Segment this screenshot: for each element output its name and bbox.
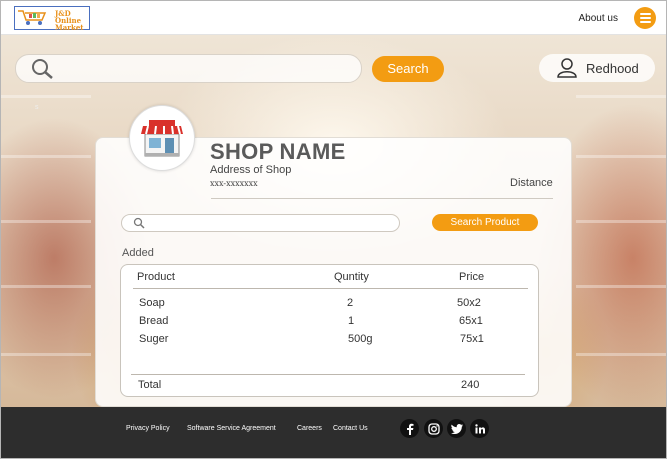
user-icon — [557, 58, 577, 78]
shop-phone: xxx-xxxxxxx — [210, 179, 258, 188]
cell-price: 50x2 — [457, 297, 481, 309]
brand-logo[interactable]: J&D Online Market — [14, 6, 90, 31]
cart-icon — [18, 10, 47, 25]
total-divider — [131, 374, 525, 375]
about-us-link[interactable]: About us — [579, 13, 618, 24]
page-frame: J&D Online Market About us s Search Redh… — [0, 0, 667, 459]
cell-product: Suger — [139, 333, 169, 345]
product-search-input[interactable] — [121, 214, 400, 232]
total-label: Total — [138, 379, 162, 391]
footer-link-software-agreement[interactable]: Software Service Agreement — [187, 425, 276, 432]
search-icon — [133, 217, 145, 229]
brand-name: J&D Online Market — [55, 10, 89, 31]
instagram-icon[interactable] — [424, 419, 443, 438]
cell-quantity: 500g — [348, 333, 373, 345]
column-header-quantity: Quntity — [334, 271, 369, 283]
header-divider — [133, 288, 528, 289]
divider — [211, 198, 553, 199]
cell-product: Bread — [139, 315, 169, 327]
cell-product: Soap — [139, 297, 165, 309]
search-input[interactable] — [15, 54, 362, 83]
twitter-icon[interactable] — [447, 419, 466, 438]
top-nav-bar: J&D Online Market About us — [1, 1, 666, 35]
total-value: 240 — [461, 379, 480, 391]
column-header-price: Price — [459, 271, 485, 283]
facebook-icon[interactable] — [400, 419, 419, 438]
added-label: Added — [122, 247, 154, 259]
linkedin-icon[interactable] — [470, 419, 489, 438]
user-name: Redhood — [586, 61, 639, 76]
search-button[interactable]: Search — [372, 56, 444, 82]
shop-storefront-icon — [141, 120, 183, 157]
footer-link-contact[interactable]: Contact Us — [333, 425, 368, 432]
footer-link-privacy[interactable]: Privacy Policy — [126, 425, 170, 432]
cell-quantity: 2 — [347, 297, 354, 309]
stray-text: s — [35, 104, 39, 111]
cell-price: 75x1 — [460, 333, 484, 345]
column-header-product: Product — [137, 271, 175, 283]
hamburger-menu-icon[interactable] — [634, 7, 656, 29]
brand-line2: Online Market — [55, 16, 84, 32]
shop-distance: Distance — [510, 177, 553, 189]
search-icon — [32, 59, 53, 79]
cart-table — [120, 264, 539, 397]
footer-link-careers[interactable]: Careers — [297, 425, 322, 432]
cell-quantity: 1 — [348, 315, 355, 327]
user-account-button[interactable]: Redhood — [539, 54, 655, 82]
shop-name: SHOP NAME — [210, 139, 346, 164]
search-product-button[interactable]: Search Product — [432, 214, 538, 231]
shop-logo — [129, 105, 195, 171]
footer — [1, 407, 666, 458]
cell-price: 65x1 — [459, 315, 483, 327]
shop-address: Address of Shop — [210, 164, 292, 176]
